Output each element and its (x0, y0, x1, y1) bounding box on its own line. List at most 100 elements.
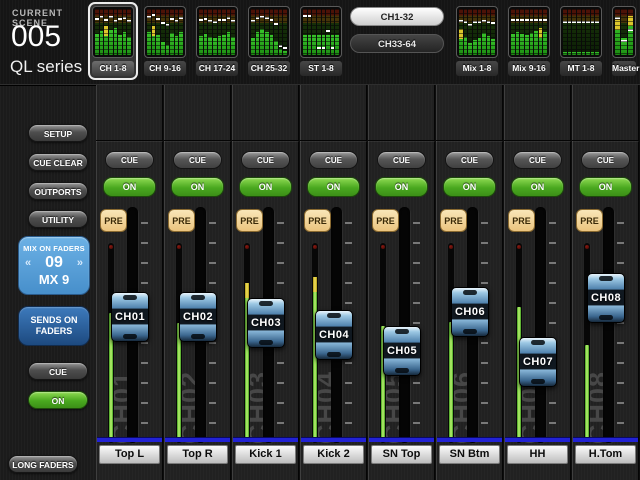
on-button[interactable]: ON (511, 177, 564, 197)
sidebar-cue-button[interactable]: CUE (28, 362, 88, 380)
fader-scale-tick (549, 282, 556, 284)
fader-track[interactable] (535, 207, 546, 443)
pre-indicator[interactable]: PRE (100, 209, 127, 232)
meter-block-master[interactable]: Master (608, 2, 640, 80)
level-meter (176, 243, 182, 443)
meter-fill (511, 34, 515, 55)
pre-indicator[interactable]: PRE (236, 209, 263, 232)
peak-hold-indicator (274, 23, 278, 25)
utility-button[interactable]: UTILITY (28, 210, 88, 228)
meter-fill (530, 33, 534, 55)
pre-indicator[interactable]: PRE (168, 209, 195, 232)
meter-bar (459, 9, 463, 55)
fader-cap[interactable]: CH08 (587, 273, 625, 323)
fader-scale-tick (277, 422, 284, 424)
pre-indicator[interactable]: PRE (576, 209, 603, 232)
cue-button[interactable]: CUE (173, 151, 222, 169)
meter-block-ch-9-16[interactable]: CH 9-16 (140, 2, 190, 80)
peak-hold-indicator (270, 19, 274, 21)
output-meter-bridge: Mix 1-8Mix 9-16MT 1-8Master (452, 2, 640, 80)
pre-indicator[interactable]: PRE (508, 209, 535, 232)
on-button[interactable]: ON (307, 177, 360, 197)
cue-button[interactable]: CUE (445, 151, 494, 169)
meter-bar (482, 9, 486, 55)
meter-bar (478, 9, 482, 55)
meter-bar (227, 9, 231, 55)
outports-button[interactable]: OUTPORTS (28, 182, 88, 200)
meter-bar (175, 9, 179, 55)
channel-name[interactable]: Kick 2 (303, 445, 364, 464)
fader-track[interactable] (603, 207, 614, 443)
peak-hold-indicator (213, 21, 217, 23)
pre-indicator[interactable]: PRE (304, 209, 331, 232)
meter-block-mt-1-8[interactable]: MT 1-8 (556, 2, 606, 80)
channel-name[interactable]: HH (507, 445, 568, 464)
channel-name[interactable]: SN Top (371, 445, 432, 464)
peak-led-icon (381, 245, 385, 249)
channel-name[interactable]: SN Btm (439, 445, 500, 464)
layer-button-ch33-64[interactable]: CH33-64 (350, 34, 444, 53)
channel-name[interactable]: Top R (167, 445, 228, 464)
on-button[interactable]: ON (443, 177, 496, 197)
sidebar-on-button[interactable]: ON (28, 391, 88, 409)
meter-bar (251, 9, 255, 55)
channel-color-bar (165, 437, 230, 442)
pre-indicator[interactable]: PRE (372, 209, 399, 232)
fader-cap[interactable]: CH03 (247, 298, 285, 348)
sends-on-faders-button[interactable]: SENDS ON FADERS (18, 306, 90, 346)
header: CURRENT SCENE 005 QL series CH 1-8 CH 9-1… (0, 0, 640, 86)
meter-block-ch-25-32[interactable]: CH 25-32 (244, 2, 294, 80)
long-faders-button[interactable]: LONG FADERS (8, 455, 78, 473)
channel-name[interactable]: Kick 1 (235, 445, 296, 464)
fader-cap[interactable]: CH06 (451, 287, 489, 337)
fader-track[interactable] (399, 207, 410, 443)
meter-bar (118, 9, 122, 55)
meter-block-ch-1-8[interactable]: CH 1-8 (88, 2, 138, 80)
channel-strip-ch07: CUEONPRECH07CH07HH (504, 85, 571, 480)
on-button[interactable]: ON (239, 177, 292, 197)
cue-button[interactable]: CUE (581, 151, 630, 169)
fader-cap[interactable]: CH05 (383, 326, 421, 376)
meter-block-st-1-8[interactable]: ST 1-8 (296, 2, 346, 80)
fader-cap[interactable]: CH04 (315, 310, 353, 360)
cue-button[interactable]: CUE (513, 151, 562, 169)
fader-cap[interactable]: CH01 (111, 292, 149, 342)
on-button[interactable]: ON (171, 177, 224, 197)
cue-button[interactable]: CUE (309, 151, 358, 169)
on-button[interactable]: ON (579, 177, 632, 197)
meter-fill (621, 38, 626, 55)
meter-block-mix-9-16[interactable]: Mix 9-16 (504, 2, 554, 80)
meter-fill (100, 31, 104, 55)
meter-block-ch-17-24[interactable]: CH 17-24 (192, 2, 242, 80)
mix-on-faders-panel[interactable]: MIX ON FADERS « 09 » MX 9 (18, 236, 90, 295)
fader-cap[interactable]: CH02 (179, 292, 217, 342)
meter-bar (577, 9, 581, 55)
cue-button[interactable]: CUE (377, 151, 426, 169)
meter-bar (516, 9, 520, 55)
meter-block-mix-1-8[interactable]: Mix 1-8 (452, 2, 502, 80)
meter-block-label: CH 1-8 (92, 61, 134, 76)
pre-indicator[interactable]: PRE (440, 209, 467, 232)
on-button[interactable]: ON (375, 177, 428, 197)
meter-bars (92, 6, 134, 58)
channel-name[interactable]: H.Tom (575, 445, 636, 464)
peak-hold-indicator (577, 21, 581, 23)
peak-hold-indicator (109, 16, 113, 18)
fader-scale-tick (413, 402, 420, 404)
setup-button[interactable]: SETUP (28, 124, 88, 142)
next-mix-icon[interactable]: » (77, 257, 83, 269)
channel-name[interactable]: Top L (99, 445, 160, 464)
cue-button[interactable]: CUE (241, 151, 290, 169)
meter-fill (577, 52, 581, 55)
meter-fill (256, 32, 260, 55)
current-scene-panel[interactable]: CURRENT SCENE 005 QL series (0, 0, 88, 85)
cue-button[interactable]: CUE (105, 151, 154, 169)
cue-clear-button[interactable]: CUE CLEAR (28, 153, 88, 171)
meter-fill (170, 33, 174, 55)
prev-mix-icon[interactable]: « (25, 257, 31, 269)
layer-button-ch1-32[interactable]: CH1-32 (350, 7, 444, 26)
peak-hold-indicator (534, 19, 538, 21)
fader-scale-tick (209, 402, 216, 404)
on-button[interactable]: ON (103, 177, 156, 197)
fader-cap[interactable]: CH07 (519, 337, 557, 387)
